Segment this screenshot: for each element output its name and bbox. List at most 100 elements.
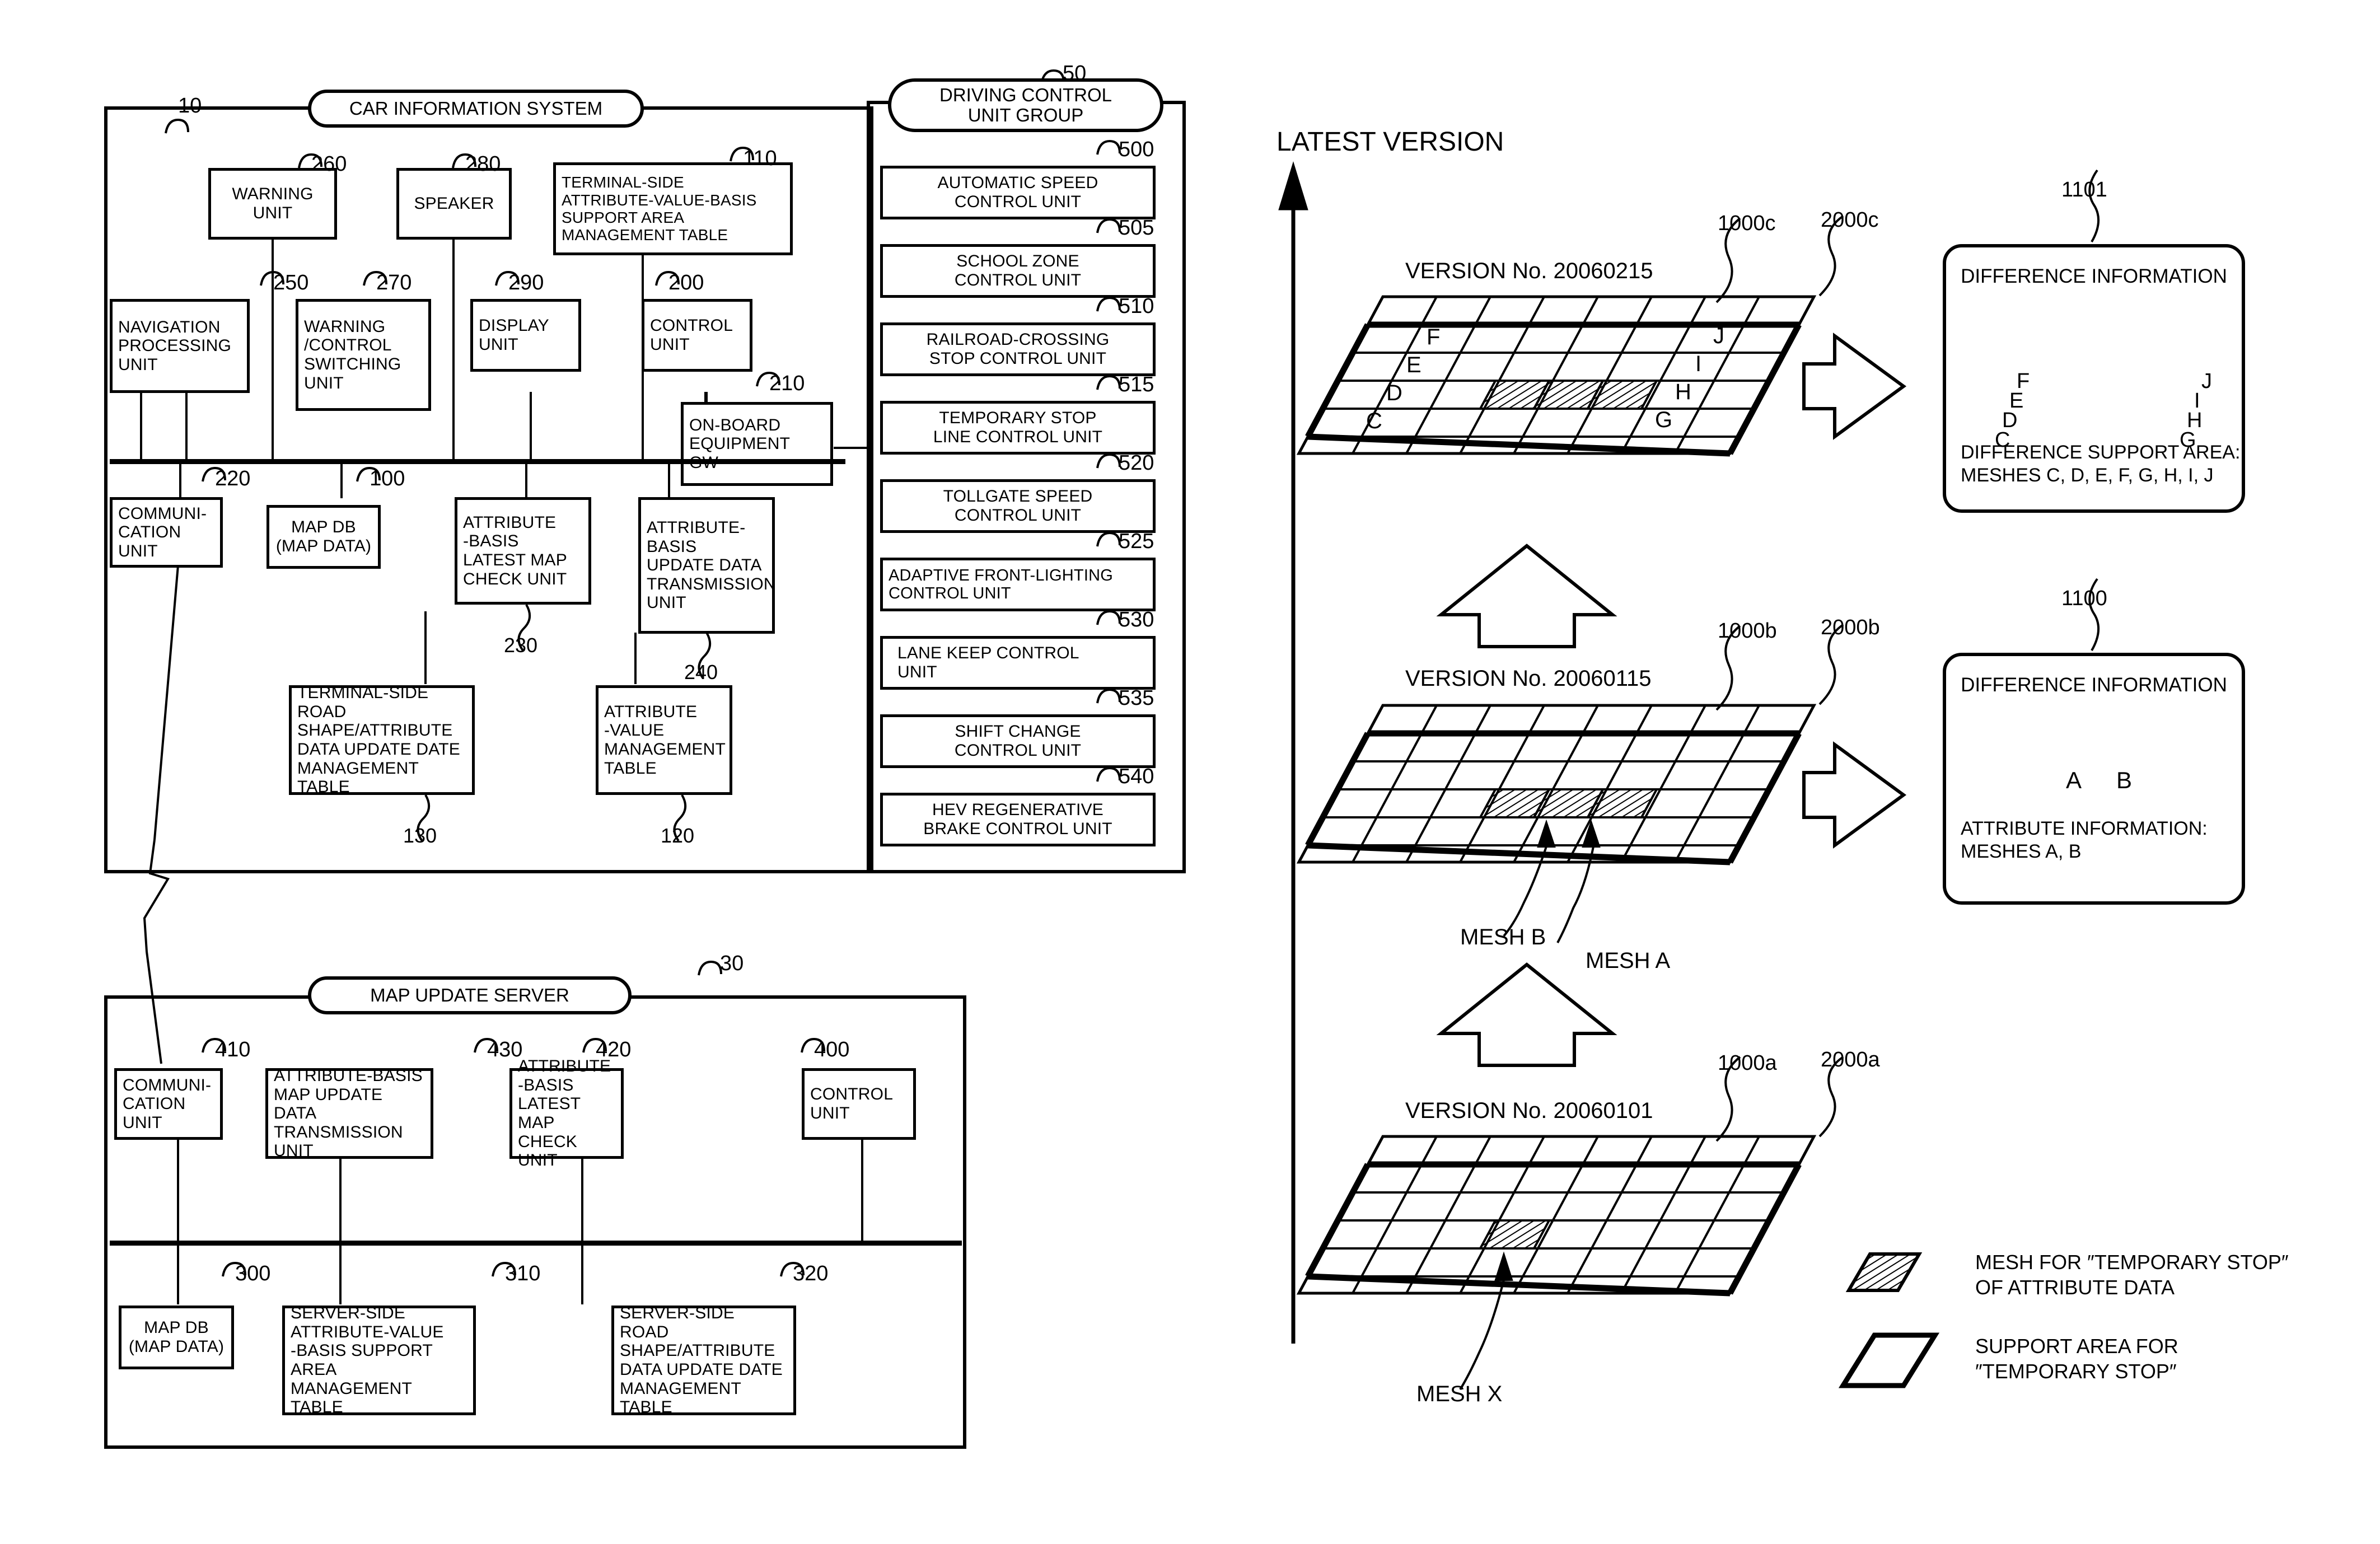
ref-270: 270 — [376, 271, 412, 294]
system-bus — [110, 459, 845, 464]
hatched-mesh-middle — [1478, 788, 1659, 818]
hatched-parallelogram-icon — [1845, 1252, 1923, 1292]
card-title: DIFFERENCE INFORMATION — [1961, 265, 2227, 287]
ref-400: 400 — [814, 1038, 850, 1061]
block-speaker: SPEAKER — [396, 168, 512, 240]
ref-120: 120 — [661, 824, 695, 847]
right-arrow-icon — [1802, 333, 1907, 440]
server-block-control-unit: CONTROL UNIT — [802, 1068, 916, 1140]
block-label: ATTRIBUTE- BASIS UPDATE DATA TRANSMISSIO… — [647, 518, 776, 612]
ref-250: 250 — [273, 271, 309, 294]
server-block-communication-unit: COMMUNI- CATION UNIT — [114, 1068, 223, 1140]
ref-420: 420 — [596, 1038, 632, 1061]
block-label: CONTROL UNIT — [810, 1085, 894, 1122]
diff-mesh-letter-C: C — [1995, 428, 2010, 452]
ref-320: 320 — [793, 1262, 829, 1285]
block-map-db: MAP DB (MAP DATA) — [266, 505, 381, 569]
legend-text-support-area: SUPPORT AREA FOR ″TEMPORARY STOP″ — [1975, 1335, 2178, 1383]
difference-information-card-1100: DIFFERENCE INFORMATION ATTRIBUTE INFORMA… — [1943, 653, 2245, 905]
mesh-plane-middle — [1296, 704, 1817, 864]
hatched-mesh-top — [1478, 380, 1659, 410]
unit-adaptive-front-lighting-control: ADAPTIVE FRONT-LIGHTING CONTROL UNIT — [880, 558, 1156, 611]
version-label-bottom: VERSION No. 20060101 — [1405, 1098, 1653, 1123]
ref-310: 310 — [505, 1262, 541, 1285]
block-navigation-processing-unit: NAVIGATION PROCESSING UNIT — [110, 299, 250, 393]
ref-2000c: 2000c — [1821, 208, 1879, 232]
server-block-attribute-basis-map-update-data-transmission-unit: ATTRIBUTE-BASIS MAP UPDATE DATA TRANSMIS… — [265, 1066, 433, 1160]
block-label: SERVER-SIDE ATTRIBUTE-VALUE -BASIS SUPPO… — [291, 1304, 444, 1417]
ref-300: 300 — [235, 1262, 271, 1285]
ref-525: 525 — [1119, 530, 1154, 553]
block-label: ATTRIBUTE -BASIS LATEST MAP CHECK UNIT — [463, 513, 567, 588]
block-display-unit: DISPLAY UNIT — [470, 299, 581, 372]
unit-label: LANE KEEP CONTROL UNIT — [897, 644, 1079, 681]
block-label: COMMUNI- CATION UNIT — [118, 504, 207, 560]
ref-30: 30 — [720, 952, 744, 975]
block-terminal-side-support-area-table: TERMINAL-SIDE ATTRIBUTE-VALUE-BASIS SUPP… — [553, 162, 793, 255]
card-title: DIFFERENCE INFORMATION — [1961, 674, 2227, 696]
ref-100: 100 — [370, 467, 405, 490]
unit-label: HEV REGENERATIVE BRAKE CONTROL UNIT — [923, 801, 1112, 838]
unit-label: SHIFT CHANGE CONTROL UNIT — [954, 722, 1082, 760]
outline-parallelogram-icon — [1838, 1332, 1940, 1388]
unit-label: TEMPORARY STOP LINE CONTROL UNIT — [933, 409, 1103, 446]
ref-500: 500 — [1119, 138, 1154, 161]
ref-280: 280 — [465, 152, 501, 176]
unit-railroad-crossing-stop-control: RAILROAD-CROSSING STOP CONTROL UNIT — [880, 322, 1156, 376]
ref-290: 290 — [508, 271, 544, 294]
ref-2000a: 2000a — [1821, 1048, 1880, 1072]
mesh-letter-G: G — [1655, 408, 1673, 432]
diff-mesh-letter-G: G — [2180, 428, 2196, 452]
block-label: COMMUNI- CATION UNIT — [123, 1075, 212, 1132]
ref-2000b: 2000b — [1821, 616, 1880, 639]
right-arrow-icon — [1802, 741, 1907, 849]
ref-130: 130 — [403, 824, 437, 847]
diff-cell-letter-A: A — [2066, 767, 2082, 793]
mesh-letter-E: E — [1406, 353, 1422, 377]
ref-1100: 1100 — [2061, 587, 2107, 610]
unit-label: SCHOOL ZONE CONTROL UNIT — [954, 252, 1082, 289]
mesh-letter-J: J — [1713, 324, 1724, 348]
ref-410: 410 — [215, 1038, 251, 1061]
ref-1000a: 1000a — [1718, 1051, 1777, 1075]
legend-text-hatched-mesh: MESH FOR ″TEMPORARY STOP″ OF ATTRIBUTE D… — [1975, 1251, 2289, 1299]
unit-temporary-stop-line-control: TEMPORARY STOP LINE CONTROL UNIT — [880, 401, 1156, 455]
callout-mesh-a: MESH A — [1586, 948, 1671, 973]
block-label: NAVIGATION PROCESSING UNIT — [118, 317, 232, 374]
hatched-mesh-bottom — [1478, 1219, 1551, 1250]
block-label: MAP DB (MAP DATA) — [275, 518, 372, 555]
block-control-unit: CONTROL UNIT — [642, 299, 752, 372]
block-label: ATTRIBUTE -VALUE MANAGEMENT TABLE — [604, 702, 726, 778]
unit-label: AUTOMATIC SPEED CONTROL UNIT — [937, 174, 1098, 211]
unit-school-zone-control: SCHOOL ZONE CONTROL UNIT — [880, 244, 1156, 298]
block-label: WARNING /CONTROL SWITCHING UNIT — [304, 317, 401, 392]
ref-1000b: 1000b — [1718, 619, 1777, 643]
ref-540: 540 — [1119, 765, 1154, 788]
block-label: MAP DB (MAP DATA) — [128, 1318, 225, 1356]
ref-520: 520 — [1119, 451, 1154, 475]
server-block-map-db: MAP DB (MAP DATA) — [119, 1306, 234, 1369]
unit-automatic-speed-control: AUTOMATIC SPEED CONTROL UNIT — [880, 166, 1156, 219]
ref-510: 510 — [1119, 294, 1154, 318]
block-warning-unit: WARNING UNIT — [208, 168, 337, 240]
block-communication-unit: COMMUNI- CATION UNIT — [110, 497, 223, 568]
block-label: ON-BOARD EQUIPMENT GW — [689, 415, 791, 472]
block-warning-control-switching-unit: WARNING /CONTROL SWITCHING UNIT — [296, 299, 431, 411]
mesh-letter-C: C — [1366, 409, 1382, 433]
block-label: DISPLAY UNIT — [479, 316, 549, 354]
callout-mesh-b: MESH B — [1460, 925, 1546, 949]
unit-label: RAILROAD-CROSSING STOP CONTROL UNIT — [926, 330, 1110, 368]
ref-240: 240 — [684, 661, 718, 684]
version-label-top: VERSION No. 20060215 — [1405, 259, 1653, 283]
unit-label: ADAPTIVE FRONT-LIGHTING CONTROL UNIT — [889, 566, 1113, 602]
up-arrow-icon — [1436, 962, 1617, 1067]
block-label: TERMINAL-SIDE ATTRIBUTE-VALUE-BASIS SUPP… — [562, 174, 757, 244]
block-terminal-side-road-shape-table: TERMINAL-SIDE ROAD SHAPE/ATTRIBUTE DATA … — [289, 684, 475, 796]
unit-hev-regenerative-brake-control: HEV REGENERATIVE BRAKE CONTROL UNIT — [880, 793, 1156, 846]
block-label: SPEAKER — [414, 194, 494, 213]
server-bus — [110, 1241, 962, 1246]
unit-shift-change-control: SHIFT CHANGE CONTROL UNIT — [880, 714, 1156, 768]
ref-210: 210 — [769, 372, 805, 395]
ref-110: 110 — [743, 147, 777, 170]
patent-figure: CAR INFORMATION SYSTEM 10 WARNING UNIT 2… — [0, 0, 2380, 1544]
